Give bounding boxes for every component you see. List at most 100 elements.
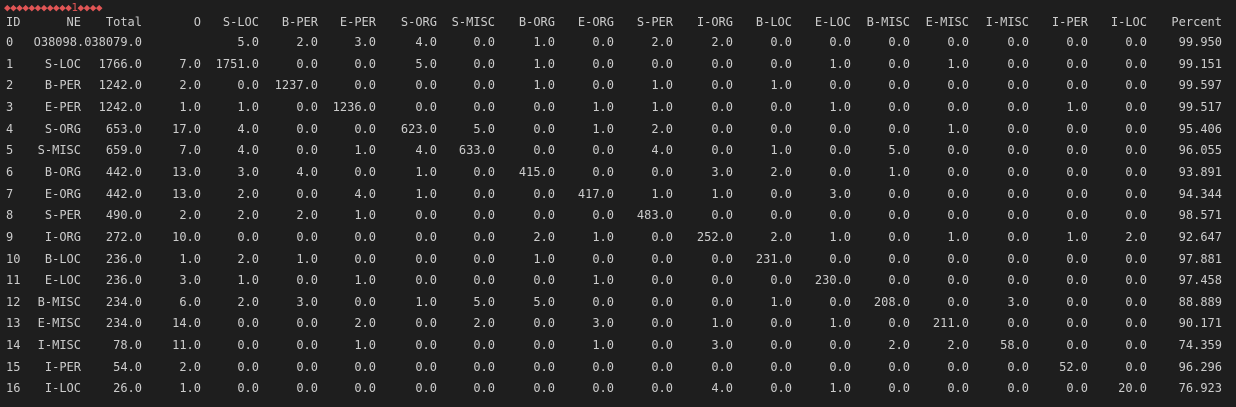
table-cell-col-17: 0.0 bbox=[1007, 186, 1029, 201]
table-cell-col-0: 14 bbox=[6, 338, 21, 353]
table-cell-col-9: 415.0 bbox=[518, 164, 555, 179]
table-cell-col-17: 0.0 bbox=[1007, 56, 1029, 71]
table-cell-col-1: B-LOC bbox=[44, 251, 81, 266]
table-cell-col-20: 92.647 bbox=[1178, 229, 1222, 244]
table-row: 11 E-LOC 236.0 3.0 1.0 0.0 1.0 0.0 0.0 0.0 1.0 0.0 0… bbox=[0, 270, 1236, 290]
table-cell-col-3: 1.0 bbox=[179, 251, 201, 266]
table-cell-col-3: 6.0 bbox=[179, 294, 201, 309]
table-cell-col-9: 0.0 bbox=[533, 359, 555, 374]
table-cell-col-4: 2.0 bbox=[237, 294, 259, 309]
table-cell-col-8: 0.0 bbox=[473, 338, 495, 353]
table-cell-col-13: 1.0 bbox=[770, 294, 792, 309]
header-cell-16: E-MISC bbox=[925, 15, 969, 29]
table-cell-col-20: 88.889 bbox=[1178, 294, 1222, 309]
table-cell-col-5: 0.0 bbox=[296, 186, 318, 201]
table-cell-col-12: 0.0 bbox=[711, 208, 733, 223]
table-cell-col-1: E-LOC bbox=[44, 273, 81, 288]
table-cell-col-2: 78.0 bbox=[113, 338, 142, 353]
table-cell-col-0: 5 bbox=[6, 143, 14, 158]
table-cell-col-9: 0.0 bbox=[533, 143, 555, 158]
table-cell-col-6: 1.0 bbox=[354, 208, 376, 223]
table-cell-col-9: 1.0 bbox=[533, 78, 555, 93]
table-cell-col-19: 0.0 bbox=[1125, 359, 1147, 374]
table-cell-col-5: 0.0 bbox=[296, 99, 318, 114]
table-cell-col-15: 0.0 bbox=[888, 56, 910, 71]
table-cell-col-0: 7 bbox=[6, 186, 14, 201]
table-cell-col-13: 1.0 bbox=[770, 78, 792, 93]
table-cell-col-4: 5.0 bbox=[237, 35, 259, 49]
table-cell-col-5: 0.0 bbox=[296, 121, 318, 136]
table-cell-col-18: 0.0 bbox=[1066, 56, 1088, 71]
table-cell-col-19: 0.0 bbox=[1125, 143, 1147, 158]
table-cell-col-3: 7.0 bbox=[179, 56, 201, 71]
table-cell-col-8: 0.0 bbox=[473, 229, 495, 244]
table-cell-col-10: 1.0 bbox=[592, 121, 614, 136]
table-cell-col-14: 0.0 bbox=[829, 359, 851, 374]
table-cell-col-13: 0.0 bbox=[770, 273, 792, 288]
table-cell-col-6: 3.0 bbox=[354, 35, 376, 49]
table-cell-col-11: 1.0 bbox=[651, 99, 673, 114]
header-cell-10: E-ORG bbox=[577, 15, 614, 29]
table-cell-col-5: 0.0 bbox=[296, 316, 318, 331]
table-cell-col-12: 1.0 bbox=[711, 316, 733, 331]
table-cell-col-14: 3.0 bbox=[829, 186, 851, 201]
header-cell-5: B-PER bbox=[281, 15, 318, 29]
table-cell-col-1: B-ORG bbox=[44, 164, 81, 179]
table-cell-col-16: 0.0 bbox=[947, 359, 969, 374]
table-cell-col-3: 17.0 bbox=[172, 121, 201, 136]
table-cell-col-5: 0.0 bbox=[296, 359, 318, 374]
table-cell-col-12: 0.0 bbox=[711, 143, 733, 158]
table-row: 10 B-LOC 236.0 1.0 2.0 1.0 0.0 0.0 0.0 1.0 0.0 0.0 0… bbox=[0, 249, 1236, 269]
table-cell-col-15: 0.0 bbox=[888, 186, 910, 201]
table-cell-col-19: 0.0 bbox=[1125, 56, 1147, 71]
table-cell-col-14: 0.0 bbox=[829, 143, 851, 158]
table-cell-col-20: 97.458 bbox=[1178, 273, 1222, 288]
table-cell-col-10: 0.0 bbox=[592, 251, 614, 266]
table-cell-col-14: 1.0 bbox=[829, 229, 851, 244]
table-cell-col-19: 0.0 bbox=[1125, 186, 1147, 201]
table-cell-col-1: E-PER bbox=[44, 99, 81, 114]
table-cell-col-20: 99.950 bbox=[1178, 35, 1222, 49]
table-cell-col-19: 0.0 bbox=[1125, 273, 1147, 288]
table-cell-col-2: 234.0 bbox=[105, 316, 142, 331]
table-cell-col-12: 0.0 bbox=[711, 251, 733, 266]
table-cell-col-12: 0.0 bbox=[711, 99, 733, 114]
table-cell-col-17: 0.0 bbox=[1007, 359, 1029, 374]
table-cell-col-10: 1.0 bbox=[592, 273, 614, 288]
table-cell-col-14: 1.0 bbox=[829, 316, 851, 331]
table-row: 14 I-MISC 78.0 11.0 0.0 0.0 1.0 0.0 0.0 0.0 1.0 0.0… bbox=[0, 335, 1236, 355]
table-cell-col-9: 0.0 bbox=[533, 208, 555, 223]
table-cell-col-3: 7.0 bbox=[179, 143, 201, 158]
table-cell-col-11: 0.0 bbox=[651, 316, 673, 331]
table-cell-col-10: 0.0 bbox=[592, 164, 614, 179]
table-cell-col-15: 0.0 bbox=[888, 78, 910, 93]
table-cell-col-9: 2.0 bbox=[533, 229, 555, 244]
table-cell-col-4: 2.0 bbox=[237, 186, 259, 201]
table-cell-col-8: 0.0 bbox=[473, 186, 495, 201]
table-cell-col-12: 0.0 bbox=[711, 359, 733, 374]
table-cell-col-6: 1236.0 bbox=[332, 99, 376, 114]
table-cell-col-14: 0.0 bbox=[829, 208, 851, 223]
table-cell-col-2: 236.0 bbox=[105, 273, 142, 288]
table-cell-col-1: S-MISC bbox=[37, 143, 81, 158]
table-cell-col-10: 0.0 bbox=[592, 208, 614, 223]
table-cell-col-16: 1.0 bbox=[947, 229, 969, 244]
terminal-output: ◆◆◆◆◆◆◆◆◆◆◆1◆◆◆◆ ID NE Total O S-LOC B-PER E-P… bbox=[0, 0, 1236, 407]
table-row: 5 S-MISC 659.0 7.0 4.0 0.0 1.0 4.0 633.0 0.0 0.0 4.… bbox=[0, 140, 1236, 160]
table-cell-col-8: 0.0 bbox=[473, 164, 495, 179]
table-cell-col-6: 0.0 bbox=[354, 164, 376, 179]
table-cell-col-5: 0.0 bbox=[296, 229, 318, 244]
table-cell-col-19: 0.0 bbox=[1125, 99, 1147, 114]
table-cell-col-11: 2.0 bbox=[651, 121, 673, 136]
table-cell-col-15: 0.0 bbox=[888, 121, 910, 136]
table-cell-col-5: 0.0 bbox=[296, 273, 318, 288]
table-cell-col-3: 3.0 bbox=[179, 273, 201, 288]
table-cell-col-1: I-MISC bbox=[37, 338, 81, 353]
table-cell-col-7: 0.0 bbox=[415, 99, 437, 114]
table-cell-col-3: 1.0 bbox=[179, 99, 201, 114]
table-cell-col-18: 0.0 bbox=[1066, 164, 1088, 179]
table-cell-col-20: 95.406 bbox=[1178, 121, 1222, 136]
table-cell-col-15: 0.0 bbox=[888, 359, 910, 374]
table-cell-col-2: 1242.0 bbox=[98, 99, 142, 114]
table-cell-col-11: 0.0 bbox=[651, 294, 673, 309]
